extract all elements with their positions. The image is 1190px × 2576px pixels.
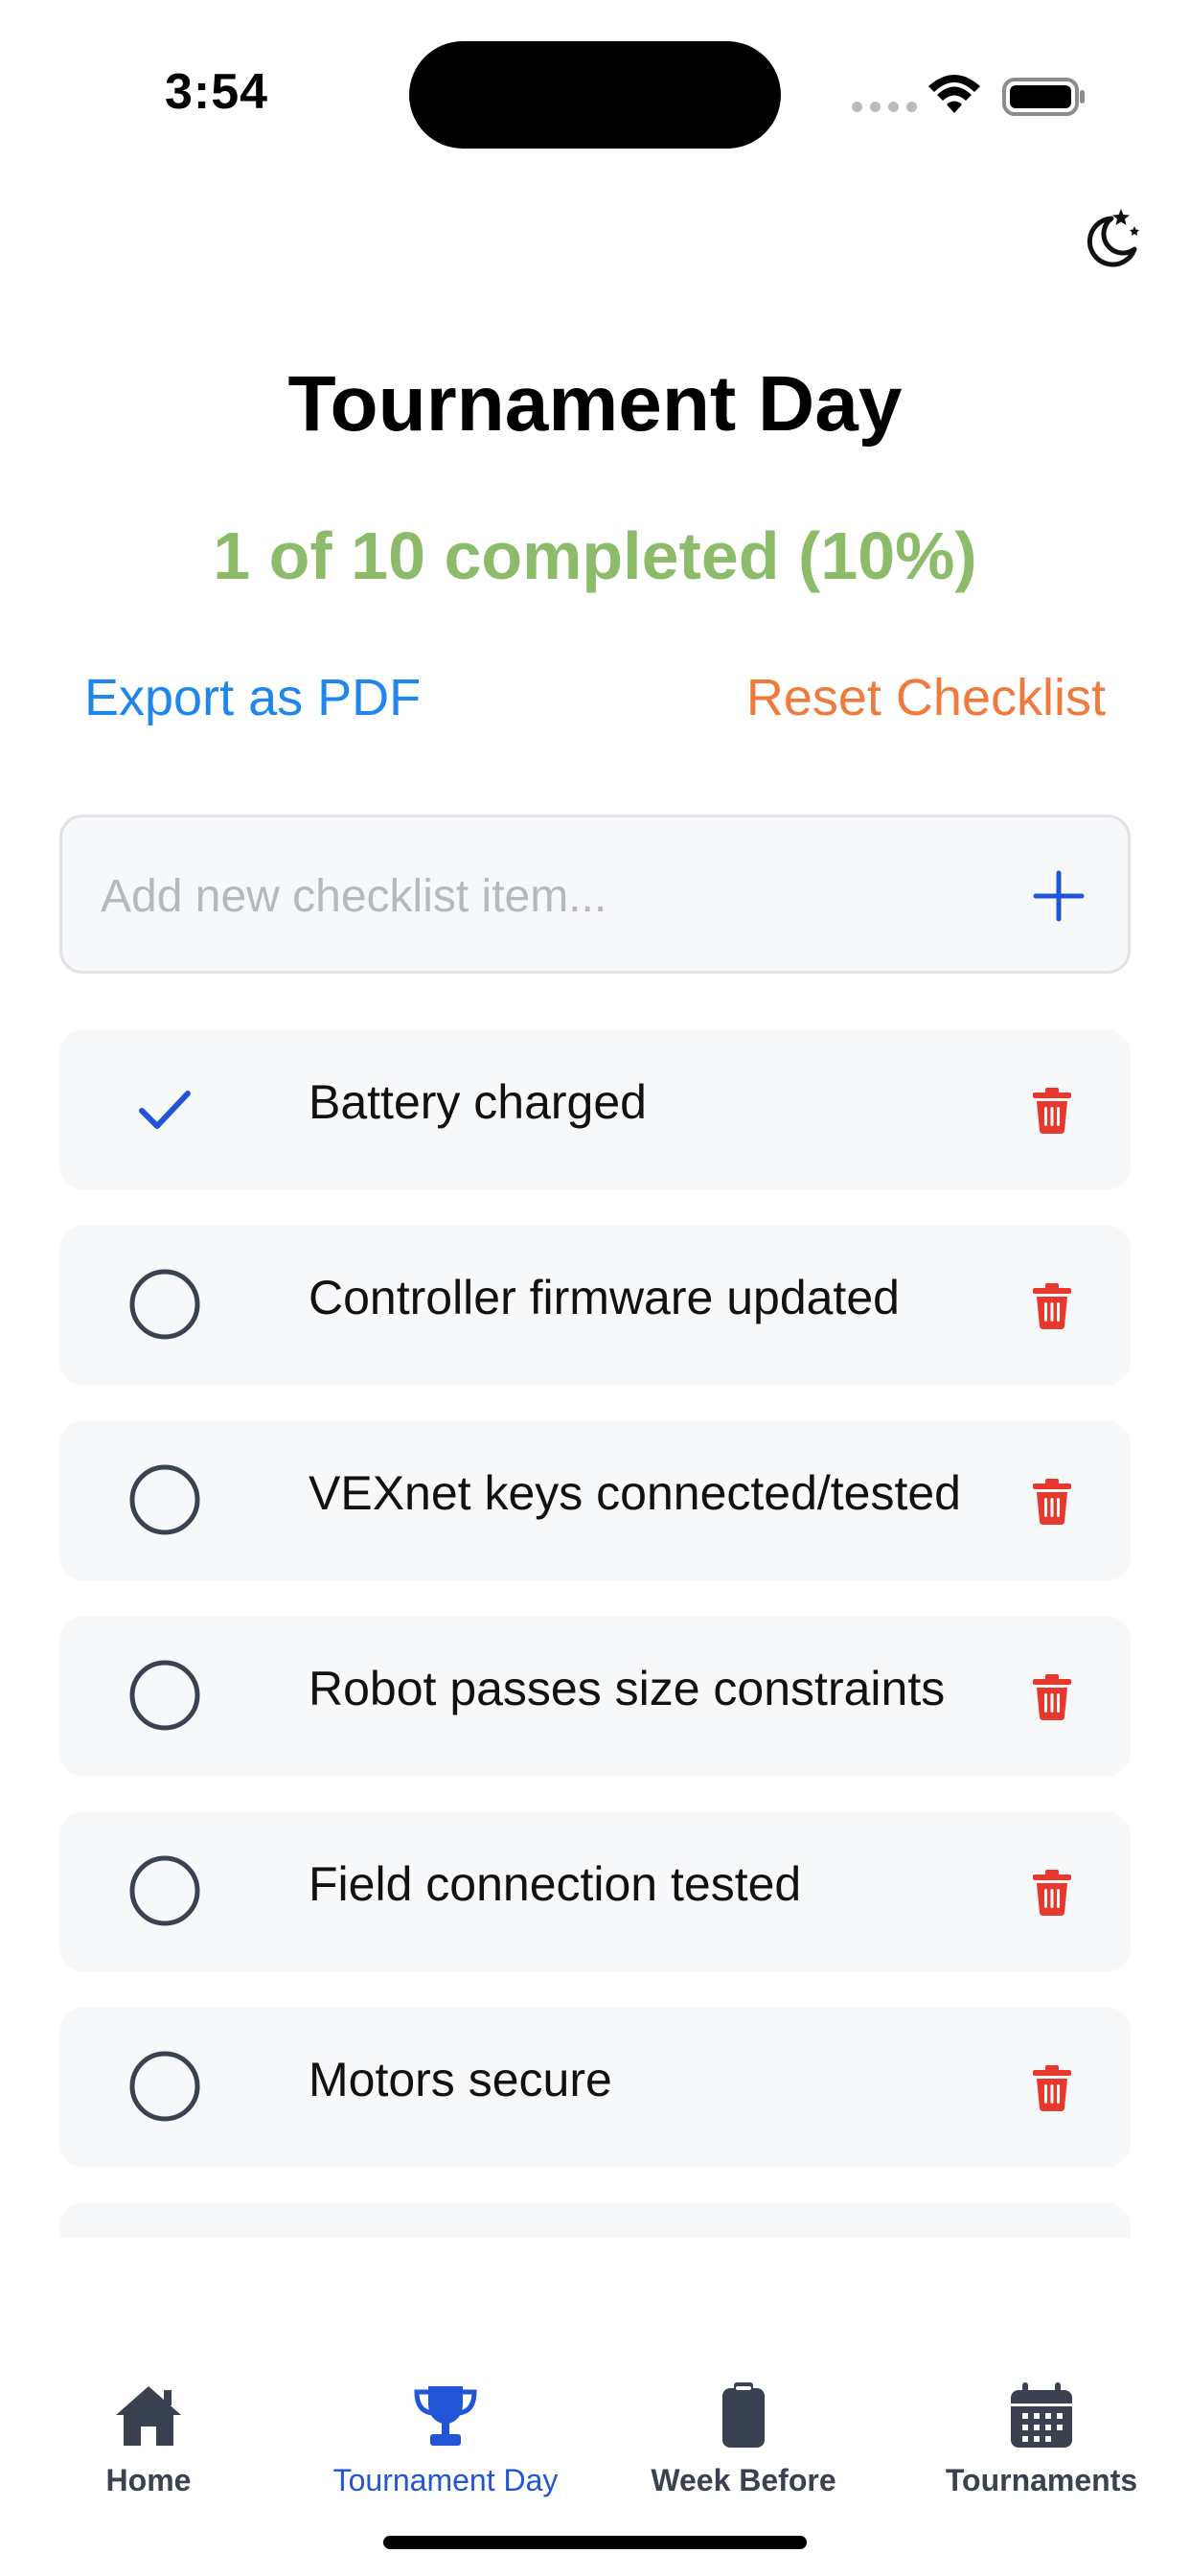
checklist[interactable]: Battery charged Controller firmware upda… bbox=[0, 1016, 1190, 2238]
unchecked-circle-icon[interactable] bbox=[128, 2050, 201, 2123]
status-time: 3:54 bbox=[165, 64, 269, 120]
unchecked-circle-icon[interactable] bbox=[128, 1463, 201, 1536]
tab-week-before[interactable]: Week Before bbox=[595, 2367, 892, 2501]
cellular-signal-icon bbox=[852, 102, 917, 112]
battery-icon bbox=[1002, 78, 1085, 116]
trash-icon[interactable] bbox=[1031, 1674, 1073, 1720]
unchecked-circle-icon[interactable] bbox=[128, 1268, 201, 1341]
tab-label: Week Before bbox=[651, 2463, 836, 2497]
tab-label: Tournaments bbox=[945, 2463, 1138, 2497]
checklist-item[interactable]: VEXnet keys connected/tested bbox=[59, 1421, 1131, 1580]
export-pdf-button[interactable]: Export as PDF bbox=[84, 668, 421, 727]
checklist-item-label: VEXnet keys connected/tested bbox=[309, 1466, 961, 1520]
page-title: Tournament Day bbox=[287, 360, 903, 448]
wifi-icon bbox=[928, 75, 980, 113]
checklist-item[interactable]: Controller firmware updated bbox=[59, 1226, 1131, 1385]
checklist-item-label: Field connection tested bbox=[309, 1857, 802, 1911]
checklist-item-label: Motors secure bbox=[309, 2053, 612, 2106]
tab-tournaments[interactable]: Tournaments bbox=[893, 2367, 1190, 2501]
add-plus-icon[interactable] bbox=[1030, 867, 1087, 925]
trash-icon[interactable] bbox=[1031, 1479, 1073, 1525]
tab-home[interactable]: Home bbox=[0, 2367, 297, 2501]
tab-label: Home bbox=[105, 2463, 192, 2497]
trash-icon[interactable] bbox=[1031, 1870, 1073, 1916]
trash-icon[interactable] bbox=[1031, 1088, 1073, 1134]
trophy-icon bbox=[414, 2386, 477, 2446]
tab-bar: Home Tournament Day Week Before Tourname… bbox=[0, 2367, 1190, 2501]
calendar-icon bbox=[1011, 2382, 1072, 2448]
add-item-row bbox=[59, 815, 1131, 974]
trash-icon[interactable] bbox=[1031, 1283, 1073, 1329]
checklist-item-label: Battery charged bbox=[309, 1075, 647, 1129]
reset-checklist-button[interactable]: Reset Checklist bbox=[746, 668, 1106, 727]
trash-icon[interactable] bbox=[1031, 2065, 1073, 2111]
unchecked-circle-icon[interactable] bbox=[128, 1659, 201, 1732]
checklist-item[interactable]: Field connection tested bbox=[59, 1812, 1131, 1971]
unchecked-circle-icon[interactable] bbox=[128, 1854, 201, 1927]
checklist-item-partial[interactable] bbox=[59, 2203, 1131, 2238]
dynamic-island bbox=[409, 41, 781, 149]
checklist-item[interactable]: Battery charged bbox=[59, 1030, 1131, 1189]
checklist-item[interactable]: Robot passes size constraints bbox=[59, 1617, 1131, 1776]
tab-tournament-day[interactable]: Tournament Day bbox=[297, 2367, 594, 2501]
dark-mode-moon-icon[interactable] bbox=[1075, 205, 1142, 272]
home-indicator[interactable] bbox=[383, 2536, 807, 2549]
checklist-item[interactable]: Motors secure bbox=[59, 2008, 1131, 2167]
app-screen: 3:54 Tournament Day 1 of 10 completed (1… bbox=[0, 0, 1190, 2576]
progress-summary: 1 of 10 completed (10%) bbox=[213, 518, 977, 593]
clipboard-icon bbox=[722, 2382, 765, 2448]
tab-label: Tournament Day bbox=[332, 2463, 559, 2497]
checkmark-icon[interactable] bbox=[128, 1072, 201, 1145]
checklist-item-label: Robot passes size constraints bbox=[309, 1662, 946, 1715]
checklist-item-label: Controller firmware updated bbox=[309, 1271, 900, 1324]
home-icon bbox=[116, 2386, 181, 2446]
new-item-input[interactable] bbox=[101, 856, 963, 936]
